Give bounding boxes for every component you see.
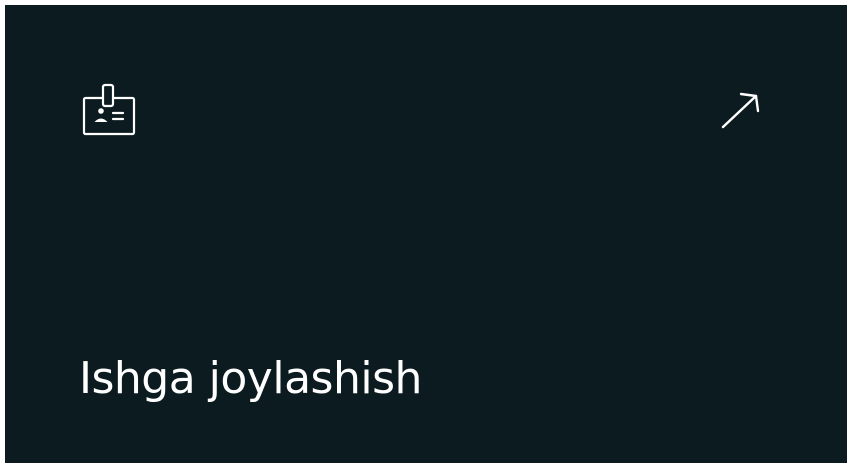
id-badge-icon (82, 82, 140, 140)
arrow-up-right-icon (719, 89, 765, 131)
card-title: Ishga joylashish (79, 353, 422, 404)
employment-card[interactable]: Ishga joylashish (5, 5, 847, 463)
